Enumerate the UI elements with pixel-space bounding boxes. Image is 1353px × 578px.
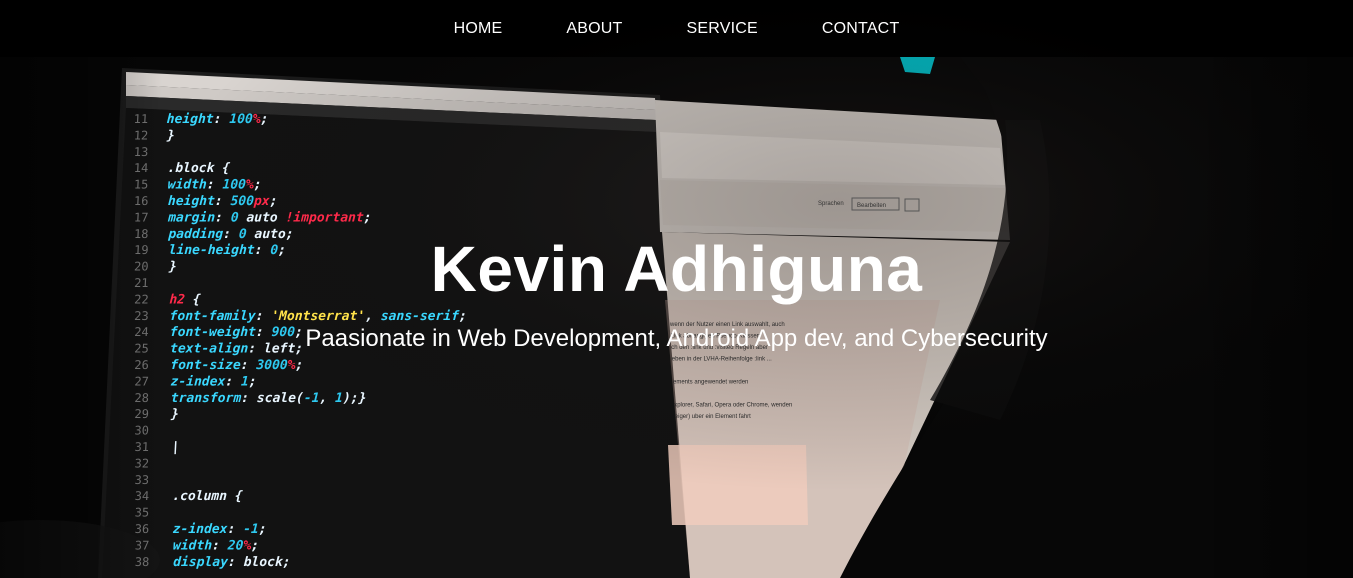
code-line-number: 11 — [133, 112, 148, 126]
hero-section: 11 height: 100%; 12} 13 14 .block { 15 width: … — [0, 0, 1353, 578]
code-line-text: .block { — [167, 161, 231, 176]
code-line-text: z-index: 1; — [170, 374, 257, 389]
nav-link-contact[interactable]: CONTACT — [822, 20, 900, 38]
code-line-number: 12 — [133, 128, 148, 142]
code-line-number: 15 — [134, 178, 149, 192]
code-line-number: 30 — [134, 424, 149, 438]
svg-text:Bearbeiten: Bearbeiten — [857, 203, 886, 209]
document-line: eben in der LVHA-Reihenfolge :link ... — [672, 357, 772, 363]
code-line-number: 34 — [134, 489, 149, 503]
nav-link-about[interactable]: ABOUT — [566, 20, 622, 38]
code-line-text: display: block; — [173, 555, 291, 570]
code-line-number: 17 — [134, 210, 149, 224]
code-line-text: height: 100%; — [166, 112, 268, 127]
code-line-text: font-family: 'Montserrat', sans-serif; — [169, 309, 467, 324]
code-line-number: 16 — [134, 194, 149, 208]
code-line-text: } — [166, 128, 176, 143]
hero-title: Kevin Adhiguna — [430, 233, 923, 305]
code-line-number: 26 — [134, 358, 149, 372]
code-line-number: 33 — [134, 473, 149, 487]
code-line-number: 29 — [134, 407, 149, 421]
code-line-text: } — [170, 407, 180, 422]
svg-text:Sprachen: Sprachen — [818, 201, 844, 207]
code-line-text: transform: scale(-1, 1);} — [170, 391, 366, 406]
nav-link-home[interactable]: HOME — [454, 20, 503, 38]
top-navbar: HOME ABOUT SERVICE CONTACT — [0, 0, 1353, 57]
code-line-number: 37 — [134, 538, 149, 552]
code-line-number: 13 — [133, 145, 148, 159]
code-line-text: width: 20%; — [173, 538, 260, 553]
document-line: eiger) uber ein Element fahrt — [675, 414, 751, 420]
code-line-number: 31 — [134, 440, 149, 454]
code-line-number: 28 — [134, 391, 149, 405]
code-line-text: .column { — [172, 489, 243, 504]
hero-subtitle: Paasionate in Web Development, Android A… — [305, 325, 1048, 352]
document-line: xplorer, Safari, Opera oder Chrome, wend… — [674, 403, 792, 409]
code-line-text: font-size: 3000%; — [170, 358, 304, 373]
nav-link-service[interactable]: SERVICE — [687, 20, 758, 38]
code-line-number: 27 — [134, 374, 149, 388]
code-line-number: 36 — [134, 522, 149, 536]
code-line-number: 38 — [134, 555, 149, 569]
code-line-number: 32 — [134, 456, 149, 470]
code-line-text: margin: 0 auto !important; — [167, 210, 372, 225]
code-line-number: 23 — [134, 309, 149, 323]
code-line-number: 14 — [134, 161, 149, 175]
code-line-number: 35 — [134, 506, 149, 520]
code-line-text: height: 500px; — [168, 194, 278, 209]
document-line: ements angewendet werden — [673, 380, 748, 386]
code-line-text: | — [171, 440, 180, 455]
code-line-text: width: 100%; — [167, 178, 262, 193]
code-line-text: z-index: -1; — [172, 522, 267, 537]
